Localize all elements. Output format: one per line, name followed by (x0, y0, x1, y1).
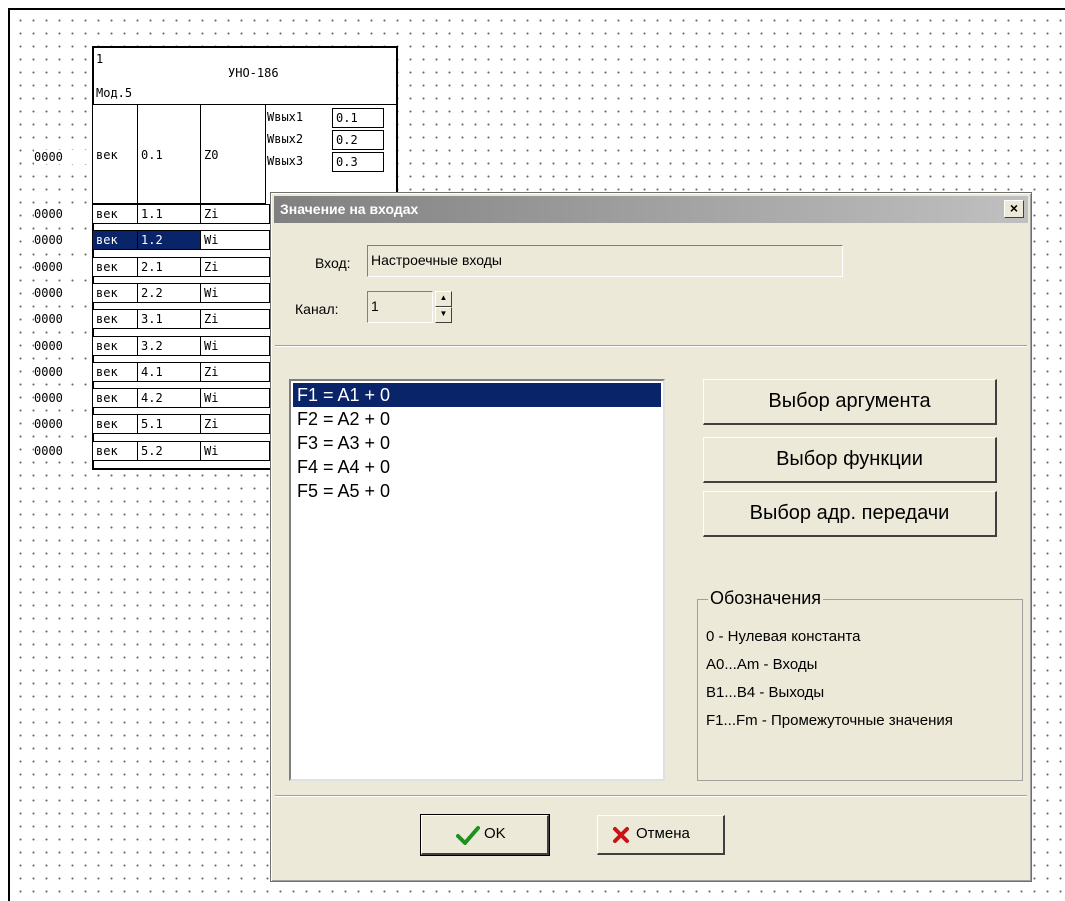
row-type[interactable]: век (92, 388, 138, 409)
legend-line: 0 - Нулевая константа (706, 628, 861, 645)
legend-line: A0...Am - Входы (706, 656, 818, 673)
block-number: 1 (96, 52, 104, 66)
row-type[interactable]: век (92, 440, 138, 461)
channel-spin-up[interactable]: ▲ (435, 291, 452, 307)
row-num[interactable]: 2.1 (137, 256, 201, 277)
inputs-dialog: Значение на входах × Вход: Настроечные в… (270, 192, 1032, 882)
row-addr: 0000 (34, 417, 92, 432)
row-addr: 0000 (34, 364, 92, 379)
legend-group: Обозначения 0 - Нулевая константа A0...A… (697, 588, 1023, 781)
row-num[interactable]: 5.2 (137, 440, 201, 461)
select-function-button[interactable]: Выбор функции (703, 437, 997, 483)
row-addr: 0000 (34, 391, 92, 406)
row-label[interactable]: Wi (200, 335, 270, 356)
row-num[interactable]: 1.1 (137, 204, 201, 224)
select-argument-button[interactable]: Выбор аргумента (703, 379, 997, 425)
channel-field[interactable]: 1 (367, 291, 433, 323)
arrow-down-icon: ▼ (439, 309, 448, 318)
dialog-separator-top (275, 345, 1027, 347)
block-title: УНО-186 (228, 66, 279, 80)
function-item[interactable]: F3 = A3 + 0 (293, 431, 661, 455)
output-label: Wвых1 (267, 110, 304, 124)
cancel-label: Отмена (636, 825, 690, 842)
cross-icon (613, 827, 629, 843)
output-label: Wвых2 (267, 132, 304, 146)
legend-title: Обозначения (708, 588, 824, 609)
arrow-up-icon: ▲ (439, 293, 448, 302)
channel-spin-down[interactable]: ▼ (435, 307, 452, 323)
output-value[interactable]: 0.3 (332, 152, 384, 172)
row-num[interactable]: 3.2 (137, 335, 201, 356)
cancel-button[interactable]: Отмена (597, 815, 725, 855)
top-row-label[interactable]: Z0 (200, 104, 266, 204)
row-num[interactable]: 4.2 (137, 388, 201, 409)
row-addr: 0000 (34, 312, 92, 327)
row-type[interactable]: век (92, 230, 138, 251)
row-label[interactable]: Zi (200, 414, 270, 435)
row-addr: 0000 (34, 259, 92, 274)
function-item[interactable]: F2 = A2 + 0 (293, 407, 661, 431)
row-type[interactable]: век (92, 361, 138, 382)
input-label: Вход: (315, 255, 351, 271)
top-row-type[interactable]: век (92, 104, 138, 204)
row-type[interactable]: век (92, 414, 138, 435)
row-label[interactable]: Wi (200, 282, 270, 303)
row-addr: 0000 (34, 443, 92, 458)
legend-line: B1...B4 - Выходы (706, 684, 825, 701)
row-num[interactable]: 4.1 (137, 361, 201, 382)
row-type[interactable]: век (92, 282, 138, 303)
top-row-addr: 0000 (34, 150, 92, 164)
row-label[interactable]: Zi (200, 361, 270, 382)
row-label[interactable]: Wi (200, 230, 270, 251)
row-addr: 0000 (34, 338, 92, 353)
output-value[interactable]: 0.1 (332, 108, 384, 128)
row-num[interactable]: 3.1 (137, 309, 201, 330)
row-label[interactable]: Wi (200, 440, 270, 461)
dialog-separator-bottom (275, 795, 1027, 797)
row-label[interactable]: Zi (200, 204, 270, 224)
dialog-titlebar[interactable]: Значение на входах × (274, 196, 1028, 223)
row-type[interactable]: век (92, 256, 138, 277)
row-num[interactable]: 1.2 (137, 230, 201, 251)
functions-listbox[interactable]: F1 = A1 + 0 F2 = A2 + 0 F3 = A3 + 0 F4 =… (289, 379, 665, 781)
row-addr: 0000 (34, 285, 92, 300)
output-value[interactable]: 0.2 (332, 130, 384, 150)
row-addr: 0000 (34, 207, 92, 221)
row-type[interactable]: век (92, 335, 138, 356)
row-num[interactable]: 5.1 (137, 414, 201, 435)
function-item[interactable]: F5 = A5 + 0 (293, 479, 661, 503)
row-type[interactable]: век (92, 204, 138, 224)
close-icon: × (1009, 200, 1019, 216)
function-item[interactable]: F1 = A1 + 0 (293, 383, 661, 407)
row-type[interactable]: век (92, 309, 138, 330)
block-module: Мод.5 (96, 86, 133, 100)
select-transfer-address-button[interactable]: Выбор адр. передачи (703, 491, 997, 537)
checkmark-icon (456, 826, 480, 845)
ok-label: OK (484, 825, 506, 842)
ok-button[interactable]: OK (420, 814, 550, 856)
output-label: Wвых3 (267, 154, 304, 168)
top-row-num[interactable]: 0.1 (137, 104, 201, 204)
row-label[interactable]: Wi (200, 388, 270, 409)
function-item[interactable]: F4 = A4 + 0 (293, 455, 661, 479)
input-field[interactable]: Настроечные входы (367, 245, 843, 277)
legend-line: F1...Fm - Промежуточные значения (706, 712, 953, 729)
row-num[interactable]: 2.2 (137, 282, 201, 303)
row-label[interactable]: Zi (200, 256, 270, 277)
row-addr: 0000 (34, 233, 92, 248)
row-label[interactable]: Zi (200, 309, 270, 330)
close-button[interactable]: × (1004, 200, 1024, 218)
dialog-title: Значение на входах (280, 201, 419, 217)
channel-label: Канал: (295, 301, 339, 317)
